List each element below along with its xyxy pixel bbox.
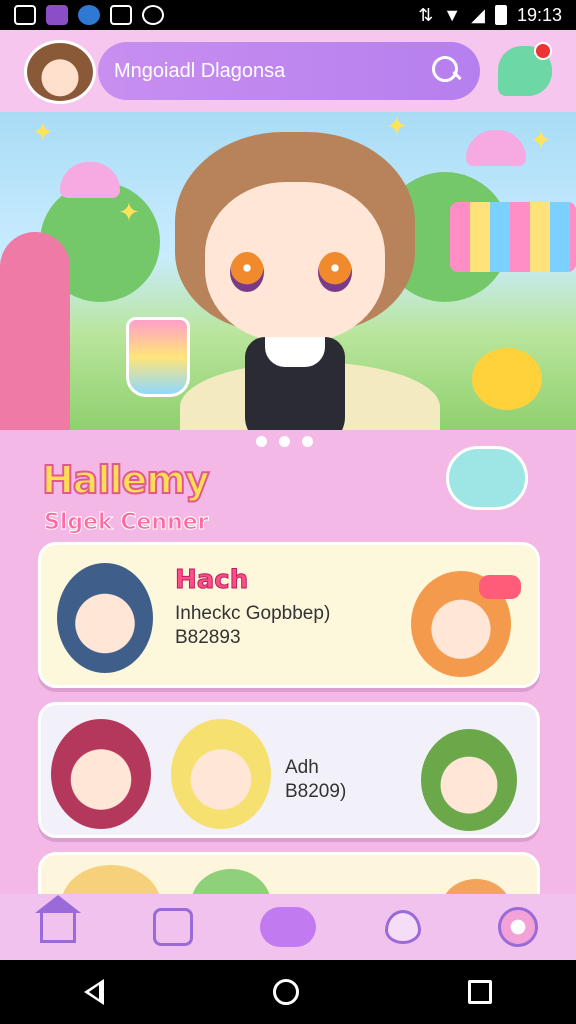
card-value: B8209) [285, 781, 347, 802]
status-right-icons: ⇅ ▼ ◢ 19:13 [418, 5, 562, 26]
drink-illustration [126, 317, 190, 397]
hero-banner[interactable]: ✦ ✦ ✦ ✦ [0, 112, 576, 430]
character-avatar-green-hair [421, 729, 517, 831]
card-subtitle: Inheckc Gopbbep) [175, 603, 331, 624]
back-icon[interactable] [84, 979, 105, 1005]
carousel-indicator[interactable] [256, 436, 313, 447]
sparkle-icon: ✦ [530, 126, 552, 156]
avatar[interactable] [24, 40, 96, 104]
character-avatar-red-hair [51, 719, 151, 829]
notification-badge [534, 42, 552, 60]
sparkle-icon: ✦ [32, 118, 54, 148]
app-icon [46, 5, 68, 25]
lamp-illustration [466, 130, 526, 166]
wifi-icon: ▼ [443, 4, 462, 25]
search-bar[interactable]: Mngoiadl Dlagonsa [98, 42, 480, 100]
nav-heart[interactable] [375, 903, 431, 951]
search-input[interactable]: Mngoiadl Dlagonsa [114, 60, 430, 83]
character-avatar-blonde-hair [171, 719, 271, 829]
signal-icon: ◢ [471, 4, 485, 25]
vibrate-icon: ⇅ [418, 4, 434, 25]
notification-icon [14, 5, 36, 25]
cloud-mascot-icon[interactable] [446, 446, 528, 510]
system-navigation-bar [0, 960, 576, 1024]
character-eye [318, 252, 352, 292]
speech-tag [479, 575, 521, 599]
square-icon [110, 5, 132, 25]
carousel-dot[interactable] [302, 436, 313, 447]
search-icon[interactable] [430, 54, 464, 88]
status-bar: ⇅ ▼ ◢ 19:13 [0, 0, 576, 30]
battery-icon [494, 5, 507, 25]
nav-profile[interactable] [490, 903, 546, 951]
status-left-icons [14, 5, 164, 25]
nav-home[interactable] [30, 895, 86, 951]
nav-center[interactable] [259, 903, 316, 951]
section-subtitle: Slgek Cenner [44, 510, 210, 536]
alarm-icon [142, 5, 164, 25]
recent-apps-icon[interactable] [467, 980, 492, 1004]
profile-icon[interactable] [498, 907, 539, 947]
character-card[interactable]: Hach Inheckc Gopbbep) B82893 [38, 542, 540, 688]
house-illustration [0, 232, 70, 430]
nav-book[interactable] [145, 903, 201, 951]
sparkle-icon: ✦ [386, 112, 408, 142]
character-collar [265, 337, 325, 367]
carousel-dot[interactable] [256, 436, 267, 447]
system-home-icon[interactable] [272, 979, 299, 1005]
card-title: Hach [174, 565, 249, 596]
sparkle-icon: ✦ [118, 198, 140, 228]
character-eye [230, 252, 264, 292]
character-avatar-blue-hair [57, 563, 153, 673]
heart-icon[interactable] [385, 910, 422, 944]
character-card[interactable]: Adh B8209) [38, 702, 540, 838]
yellow-creature-illustration [472, 348, 542, 410]
book-icon[interactable] [152, 908, 193, 946]
center-action-icon[interactable] [259, 907, 316, 947]
carousel-dot[interactable] [279, 436, 290, 447]
bottom-navigation [0, 894, 576, 960]
home-icon[interactable] [34, 895, 81, 943]
shield-icon [78, 5, 100, 25]
shop-awning-illustration [450, 202, 576, 272]
section-title: Hallemy [41, 457, 211, 503]
lamp-illustration [60, 162, 120, 198]
card-value: B82893 [175, 627, 241, 648]
app-header: Mngoiadl Dlagonsa [0, 30, 576, 112]
card-subtitle: Adh [285, 757, 319, 778]
status-time: 19:13 [516, 4, 562, 25]
